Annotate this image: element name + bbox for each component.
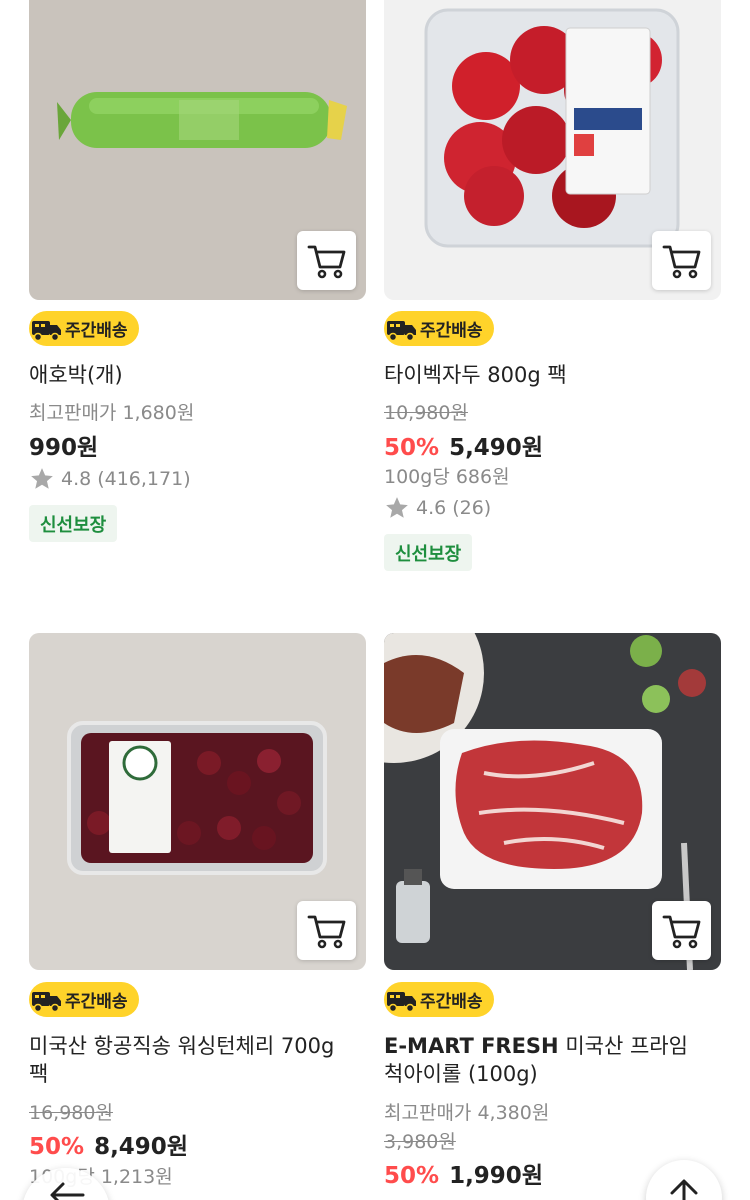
original-price: 3,980원 [384,1131,456,1153]
sale-price: 5,490원 [449,435,543,461]
sale-price-row: 50% 1,990원 [384,1156,543,1190]
arrow-left-icon [50,1182,85,1200]
rating-score: 4.6 [416,497,447,519]
product-card-cherry[interactable]: 주간배송 미국산 항공직송 워싱턴체리 700g 팩 16,980원 50% 8,… [29,633,366,1188]
weekly-delivery-badge: 주간배송 [384,982,494,1017]
unit-price: 100g당 686원 [384,466,510,488]
arrow-up-icon [670,1179,698,1200]
cart-icon [662,245,700,278]
badge-label: 주간배송 [65,321,128,341]
product-name-line1: 미국산 항공직송 워싱턴체리 700g [29,1034,335,1058]
weekly-delivery-badge: 주간배송 [29,311,139,346]
discount-rate: 50% [384,1163,440,1189]
delivery-truck-icon [32,992,61,1013]
cart-icon [307,245,345,278]
sale-price: 8,490원 [94,1134,188,1160]
add-to-cart-button[interactable] [652,231,711,290]
product-card-zucchini[interactable]: 주간배송 애호박(개) 최고판매가 1,680원 990원 4.8 (416,1… [29,0,366,542]
badge-label: 주간배송 [65,992,128,1012]
review-count: (26) [452,497,492,519]
product-name[interactable]: 애호박(개) [29,361,366,389]
delivery-truck-icon [32,321,61,342]
star-icon [386,497,408,518]
product-name-line1: E-MART FRESH 미국산 프라임 [384,1032,721,1060]
discount-rate: 50% [384,435,440,461]
product-card-beef[interactable]: 주간배송 E-MART FRESH 미국산 프라임 척아이롤 (100g) 최고… [384,633,721,1189]
scroll-to-top-button[interactable] [646,1160,722,1200]
badge-label: 주간배송 [420,992,483,1012]
original-price: 16,980원 [29,1102,113,1124]
product-image[interactable] [384,0,721,300]
delivery-truck-icon [387,992,416,1013]
product-name-line2: 척아이롤 (100g) [384,1062,538,1086]
star-icon [31,468,53,489]
product-name[interactable]: E-MART FRESH 미국산 프라임 척아이롤 (100g) [384,1032,721,1088]
product-name[interactable]: 미국산 항공직송 워싱턴체리 700g 팩 [29,1032,366,1088]
review-count: (416,171) [97,468,191,490]
sale-price: 1,990원 [449,1163,543,1189]
add-to-cart-button[interactable] [297,901,356,960]
cart-icon [307,915,345,948]
weekly-delivery-badge: 주간배송 [384,311,494,346]
product-image[interactable] [29,633,366,970]
product-name[interactable]: 타이벡자두 800g 팩 [384,361,721,389]
weekly-delivery-badge: 주간배송 [29,982,139,1017]
rating: 4.6 (26) [384,495,491,521]
freshness-guarantee-tag: 신선보장 [384,534,473,571]
brand-name: E-MART FRESH [384,1034,559,1058]
add-to-cart-button[interactable] [297,231,356,290]
rating: 4.8 (416,171) [29,466,191,492]
freshness-guarantee-tag: 신선보장 [29,505,118,542]
sale-price-row: 50% 8,490원 [29,1127,188,1161]
sale-price: 990원 [29,435,99,461]
cart-icon [662,915,700,948]
badge-label: 주간배송 [420,321,483,341]
reference-price: 최고판매가 1,680원 [29,402,195,424]
add-to-cart-button[interactable] [652,901,711,960]
product-card-plum[interactable]: 주간배송 타이벡자두 800g 팩 10,980원 50% 5,490원 100g… [384,0,721,571]
delivery-truck-icon [387,321,416,342]
product-name-line2: 팩 [29,1062,49,1086]
original-price: 10,980원 [384,402,468,424]
sale-price-row: 50% 5,490원 [384,428,543,462]
product-image[interactable] [384,633,721,970]
product-image[interactable] [29,0,366,300]
discount-rate: 50% [29,1134,85,1160]
product-name-text: 미국산 프라임 [558,1034,688,1058]
rating-score: 4.8 [61,468,92,490]
reference-price: 최고판매가 4,380원 [384,1102,550,1124]
